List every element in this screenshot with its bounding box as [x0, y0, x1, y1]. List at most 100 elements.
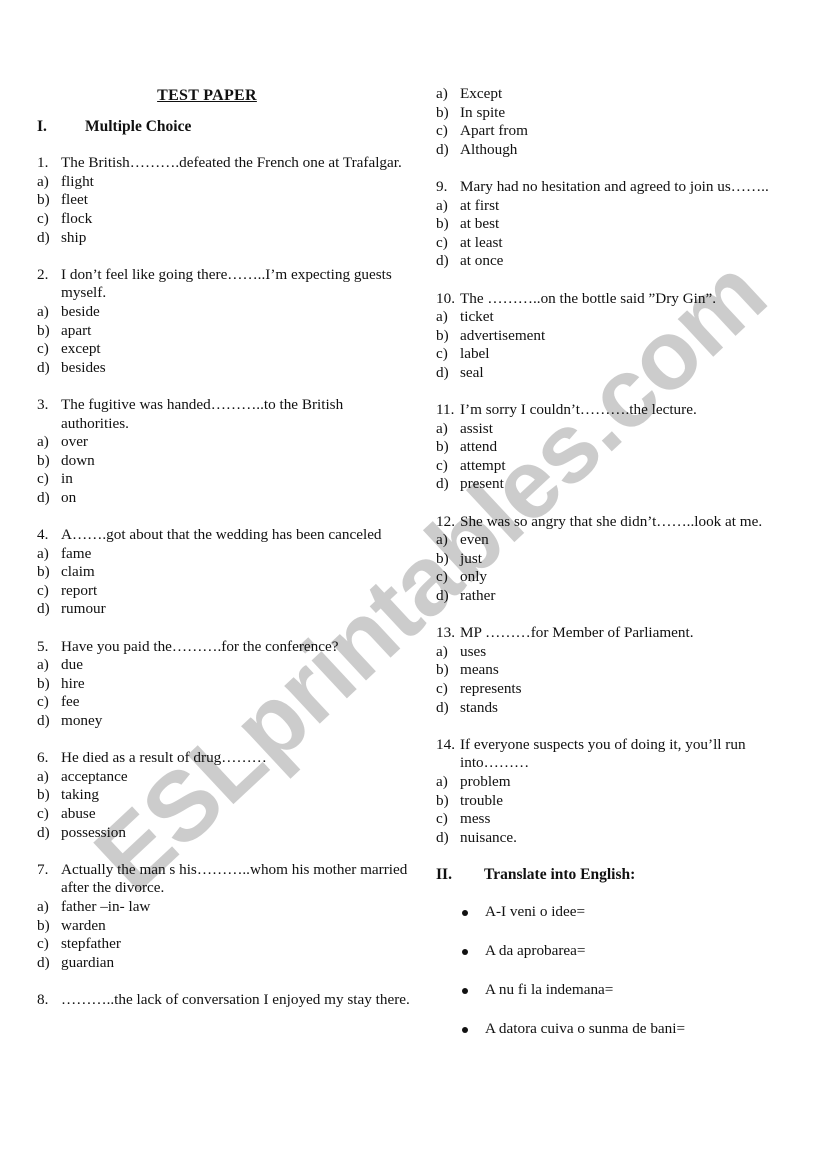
option-letter: c)	[436, 568, 448, 586]
option-text: present	[460, 475, 504, 493]
option-letter: b)	[37, 191, 50, 209]
option-text: In spite	[460, 103, 506, 121]
question-number: 14.	[436, 735, 455, 753]
option-letter: a)	[37, 172, 49, 190]
option-letter: b)	[436, 549, 449, 567]
question-4: 4. A…….got about that the wedding has bee…	[37, 526, 412, 619]
translate-item-text: A-I veni o idee=	[485, 903, 586, 921]
option: b) down	[37, 452, 412, 471]
option: c) represents	[436, 680, 816, 699]
left-column: TEST PAPER I. Multiple Choice 1. The Brit…	[37, 87, 412, 1028]
question-number: 7.	[37, 860, 49, 878]
question-text: I don’t feel like going there……..I’m exp…	[61, 265, 392, 302]
question-number: 9.	[436, 177, 448, 195]
question-number: 4.	[37, 526, 49, 544]
option-text: on	[61, 488, 77, 506]
option-letter: d)	[436, 252, 449, 270]
option-text: fleet	[61, 191, 88, 209]
question-text: If everyone suspects you of doing it, yo…	[460, 735, 746, 772]
option-text: Except	[460, 85, 503, 102]
option: b) apart	[37, 322, 412, 341]
option: d) present	[436, 475, 816, 494]
option: d) stands	[436, 699, 816, 718]
option: b) fleet	[37, 191, 412, 210]
question-text: I’m sorry I couldn’t……….the lecture.	[460, 401, 697, 419]
option-letter: c)	[436, 122, 448, 140]
option: c) except	[37, 340, 412, 359]
option: d) ship	[37, 229, 412, 248]
option-letter: a)	[436, 772, 448, 790]
option-letter: a)	[37, 767, 49, 785]
option: b) hire	[37, 675, 412, 694]
option: a) over	[37, 433, 412, 452]
option: b) claim	[37, 563, 412, 582]
option-letter: d)	[37, 823, 50, 841]
section-heading-translate: II. Translate into English:	[436, 866, 816, 885]
option-text: problem	[460, 772, 511, 790]
option-letter: d)	[37, 953, 50, 971]
option-text: means	[460, 661, 499, 679]
bullet-icon	[462, 987, 468, 994]
option-text: stepfather	[61, 935, 121, 953]
option-text: report	[61, 581, 98, 599]
option: c) at least	[436, 234, 816, 253]
option-letter: d)	[436, 475, 449, 493]
question-3: 3. The fugitive was handed………..to the Bri…	[37, 396, 412, 508]
option: b) at best	[436, 215, 816, 234]
option-letter: c)	[436, 456, 448, 474]
option-text: possession	[61, 823, 126, 841]
option-letter: b)	[37, 451, 50, 469]
question-number: 1.	[37, 154, 49, 172]
option-text: flight	[61, 172, 94, 190]
option-text: down	[61, 451, 95, 469]
option: a) fame	[37, 545, 412, 564]
option: a) at first	[436, 197, 816, 216]
option-letter: d)	[436, 698, 449, 716]
option: d) possession	[37, 824, 412, 843]
question-text: The fugitive was handed………..to the Briti…	[61, 395, 344, 432]
option: a) even	[436, 531, 816, 550]
section-number: I.	[37, 117, 47, 135]
option-letter: b)	[436, 791, 449, 809]
translate-item: A datora cuiva o sunma de bani=	[436, 1020, 816, 1040]
option-letter: d)	[37, 228, 50, 246]
option-letter: c)	[37, 804, 49, 822]
option-letter: a)	[37, 433, 49, 451]
question-number: 10.	[436, 289, 455, 307]
option: b) advertisement	[436, 327, 816, 346]
option: a) problem	[436, 773, 816, 792]
option-text: fame	[61, 544, 92, 562]
option-text: father –in- law	[61, 897, 151, 915]
option-text: even	[460, 531, 489, 549]
question-number: 8.	[37, 990, 49, 1008]
option-text: represents	[460, 680, 522, 697]
option-text: Apart from	[460, 122, 528, 140]
option: b) just	[436, 550, 816, 569]
option-text: claim	[61, 563, 95, 581]
option-letter: c)	[37, 581, 49, 599]
question-number: 6.	[37, 749, 49, 767]
option-letter: d)	[436, 140, 449, 158]
translate-item-text: A datora cuiva o sunma de bani=	[485, 1020, 686, 1038]
option: c) flock	[37, 210, 412, 229]
question-5: 5. Have you paid the……….for the conferenc…	[37, 638, 412, 731]
question-text: Have you paid the……….for the conference?	[61, 637, 339, 655]
option: c) only	[436, 568, 816, 587]
question-text: The ………..on the bottle said ”Dry Gin”.	[460, 289, 717, 307]
option-text: at least	[460, 233, 503, 251]
option-letter: c)	[37, 935, 49, 953]
question-text: The British……….defeated the French one a…	[61, 154, 402, 172]
option: a) flight	[37, 173, 412, 192]
option-letter: a)	[436, 308, 448, 326]
option: a) acceptance	[37, 768, 412, 787]
option-text: money	[61, 712, 103, 729]
option: b) warden	[37, 917, 412, 936]
option-text: ticket	[460, 308, 494, 326]
question-number: 13.	[436, 624, 455, 642]
option-text: mess	[460, 810, 491, 828]
option-text: besides	[61, 358, 106, 376]
option-text: attend	[460, 438, 498, 456]
option-letter: c)	[436, 810, 448, 828]
option-text: rather	[460, 587, 496, 605]
question-number: 3.	[37, 395, 49, 413]
